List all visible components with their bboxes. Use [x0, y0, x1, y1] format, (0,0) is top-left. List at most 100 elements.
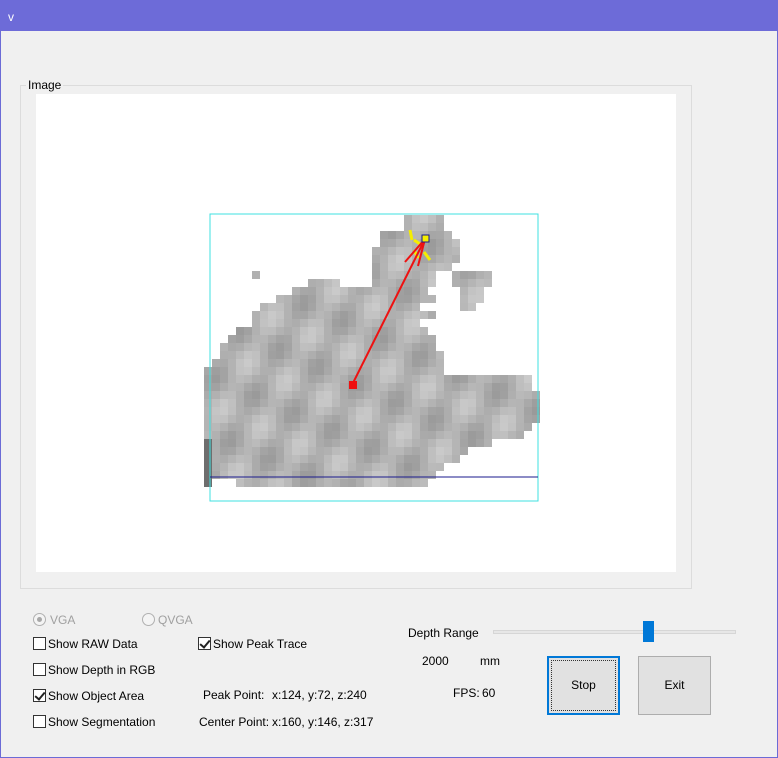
depth-pixel — [236, 407, 244, 415]
depth-pixel — [412, 271, 420, 279]
depth-pixel — [404, 463, 412, 471]
depth-pixel — [356, 407, 364, 415]
depth-pixel — [396, 327, 404, 335]
depth-pixel — [508, 391, 516, 399]
depth-pixel — [412, 311, 420, 319]
depth-pixel — [388, 383, 396, 391]
image-group-label: Image — [26, 78, 64, 92]
show-depth-rgb-checkbox[interactable] — [33, 663, 46, 676]
depth-pixel — [292, 399, 300, 407]
depth-pixel — [268, 415, 276, 423]
depth-pixel — [468, 391, 476, 399]
depth-pixel — [228, 367, 236, 375]
depth-pixel — [348, 303, 356, 311]
depth-pixel — [340, 335, 348, 343]
depth-pixel — [492, 391, 500, 399]
show-raw-data-checkbox[interactable] — [33, 637, 46, 650]
depth-pixel — [284, 351, 292, 359]
depth-pixel — [300, 311, 308, 319]
depth-pixel — [284, 359, 292, 367]
depth-pixel — [388, 231, 396, 239]
depth-pixel — [436, 455, 444, 463]
depth-pixel — [420, 351, 428, 359]
depth-pixel — [428, 279, 436, 287]
depth-pixel — [412, 399, 420, 407]
depth-pixel — [300, 359, 308, 367]
depth-pixel — [276, 447, 284, 455]
depth-range-slider-track[interactable] — [493, 630, 736, 634]
qvga-radio[interactable] — [142, 613, 155, 626]
show-object-area-label[interactable]: Show Object Area — [48, 689, 144, 703]
depth-pixel — [404, 431, 412, 439]
depth-pixel — [316, 439, 324, 447]
depth-pixel — [388, 455, 396, 463]
depth-range-slider-thumb[interactable] — [643, 621, 654, 642]
depth-pixel — [364, 407, 372, 415]
depth-pixel — [428, 375, 436, 383]
depth-pixel — [212, 455, 220, 463]
depth-pixel — [308, 439, 316, 447]
depth-pixel — [300, 383, 308, 391]
depth-pixel — [316, 415, 324, 423]
depth-pixel — [308, 391, 316, 399]
depth-pixel — [324, 431, 332, 439]
depth-pixel — [380, 383, 388, 391]
show-raw-data-label[interactable]: Show RAW Data — [48, 637, 138, 651]
stop-button[interactable]: Stop — [547, 656, 620, 715]
depth-pixel — [236, 463, 244, 471]
depth-pixel — [452, 431, 460, 439]
depth-pixel — [300, 423, 308, 431]
depth-pixel — [372, 439, 380, 447]
vga-radio[interactable] — [33, 613, 46, 626]
depth-pixel — [348, 431, 356, 439]
depth-pixel — [452, 391, 460, 399]
depth-pixel — [372, 415, 380, 423]
depth-pixel — [228, 335, 236, 343]
depth-pixel — [260, 351, 268, 359]
depth-pixel — [396, 439, 404, 447]
depth-pixel — [492, 407, 500, 415]
depth-pixel — [380, 279, 388, 287]
depth-pixel — [348, 391, 356, 399]
depth-pixel — [228, 447, 236, 455]
show-object-area-checkbox[interactable] — [33, 689, 46, 702]
depth-pixel — [444, 423, 452, 431]
depth-pixel — [348, 311, 356, 319]
depth-pixel — [380, 399, 388, 407]
depth-pixel — [356, 455, 364, 463]
depth-pixel — [380, 255, 388, 263]
depth-pixel — [428, 463, 436, 471]
show-peak-trace-label[interactable]: Show Peak Trace — [213, 637, 307, 651]
depth-pixel — [316, 479, 324, 487]
depth-pixel — [284, 303, 292, 311]
depth-pixel — [404, 215, 412, 223]
depth-pixel — [212, 463, 220, 471]
depth-pixel — [476, 415, 484, 423]
show-segmentation-checkbox[interactable] — [33, 715, 46, 728]
qvga-label[interactable]: QVGA — [158, 613, 193, 627]
depth-pixel — [380, 239, 388, 247]
depth-unit: mm — [480, 654, 500, 668]
show-peak-trace-checkbox[interactable] — [198, 637, 211, 650]
show-segmentation-label[interactable]: Show Segmentation — [48, 715, 155, 729]
depth-pixel — [428, 367, 436, 375]
depth-pixel — [428, 263, 436, 271]
depth-pixel — [404, 223, 412, 231]
depth-pixel — [460, 399, 468, 407]
vga-label[interactable]: VGA — [50, 613, 75, 627]
depth-pixel — [308, 343, 316, 351]
depth-pixel — [244, 415, 252, 423]
show-depth-rgb-label[interactable]: Show Depth in RGB — [48, 663, 155, 677]
title-bar[interactable]: v — [0, 0, 778, 31]
exit-button[interactable]: Exit — [638, 656, 711, 715]
depth-pixel — [348, 479, 356, 487]
depth-pixel — [340, 295, 348, 303]
depth-pixel — [436, 415, 444, 423]
depth-pixel — [372, 383, 380, 391]
depth-pixel — [284, 471, 292, 479]
depth-pixel — [444, 439, 452, 447]
depth-pixel — [340, 287, 348, 295]
depth-pixel — [436, 367, 444, 375]
depth-pixel — [220, 351, 228, 359]
depth-pixel — [420, 367, 428, 375]
